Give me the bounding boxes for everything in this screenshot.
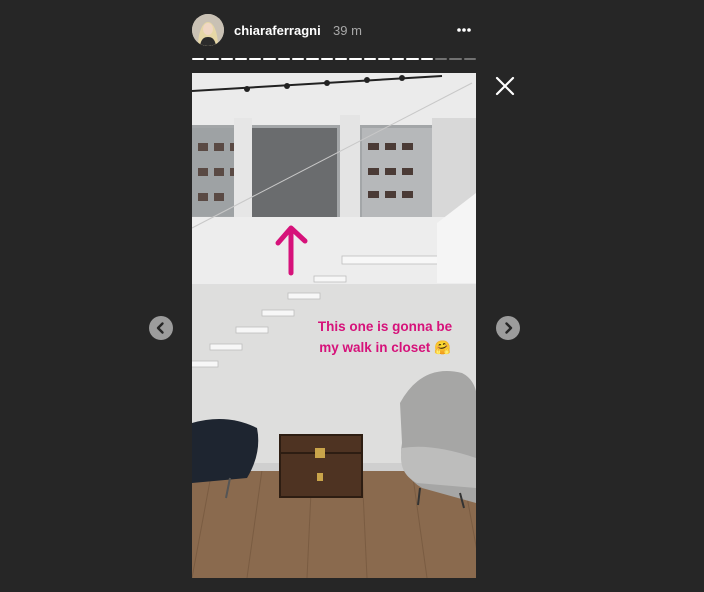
progress-segment [377, 58, 391, 60]
progress-segment [435, 58, 448, 60]
timestamp: 39 m [333, 23, 362, 38]
progress-segment [392, 58, 405, 60]
progress-segment [249, 58, 262, 60]
progress-segment [192, 58, 205, 60]
story-viewer: chiaraferragni 39 m This one is gonna be… [0, 0, 704, 592]
progress-segment [334, 58, 348, 60]
caption-line-2: my walk in closet [319, 340, 431, 355]
progress-segment [277, 58, 291, 60]
chevron-left-icon [156, 322, 164, 334]
close-icon [495, 76, 515, 96]
caption-line-2-wrap: my walk in closet 🤗 [300, 337, 470, 358]
progress-segment [449, 58, 462, 60]
more-horizontal-icon [457, 28, 471, 32]
next-story-button[interactable] [496, 316, 520, 340]
progress-segment [306, 58, 319, 60]
chevron-right-icon [505, 322, 513, 334]
progress-segment [420, 58, 434, 60]
progress-segment [292, 58, 305, 60]
progress-segment [406, 58, 419, 60]
progress-segment [206, 58, 219, 60]
progress-segment [463, 58, 476, 60]
previous-story-button[interactable] [149, 316, 173, 340]
username-link[interactable]: chiaraferragni [234, 23, 321, 38]
caption-line-1: This one is gonna be [317, 319, 453, 334]
progress-segment [363, 58, 376, 60]
progress-segment [349, 58, 362, 60]
progress-segment [220, 58, 233, 60]
progress-segment [320, 58, 333, 60]
story-caption: This one is gonna be my walk in closet 🤗 [300, 316, 470, 358]
story-header: chiaraferragni 39 m [192, 14, 478, 48]
story-media[interactable]: This one is gonna be my walk in closet 🤗 [192, 73, 476, 578]
more-options-button[interactable] [450, 16, 478, 44]
close-button[interactable] [493, 74, 517, 98]
avatar[interactable] [192, 14, 224, 46]
story-progress-bar [192, 58, 476, 60]
progress-segment [234, 58, 248, 60]
hugging-face-emoji: 🤗 [434, 340, 451, 355]
progress-segment [263, 58, 276, 60]
